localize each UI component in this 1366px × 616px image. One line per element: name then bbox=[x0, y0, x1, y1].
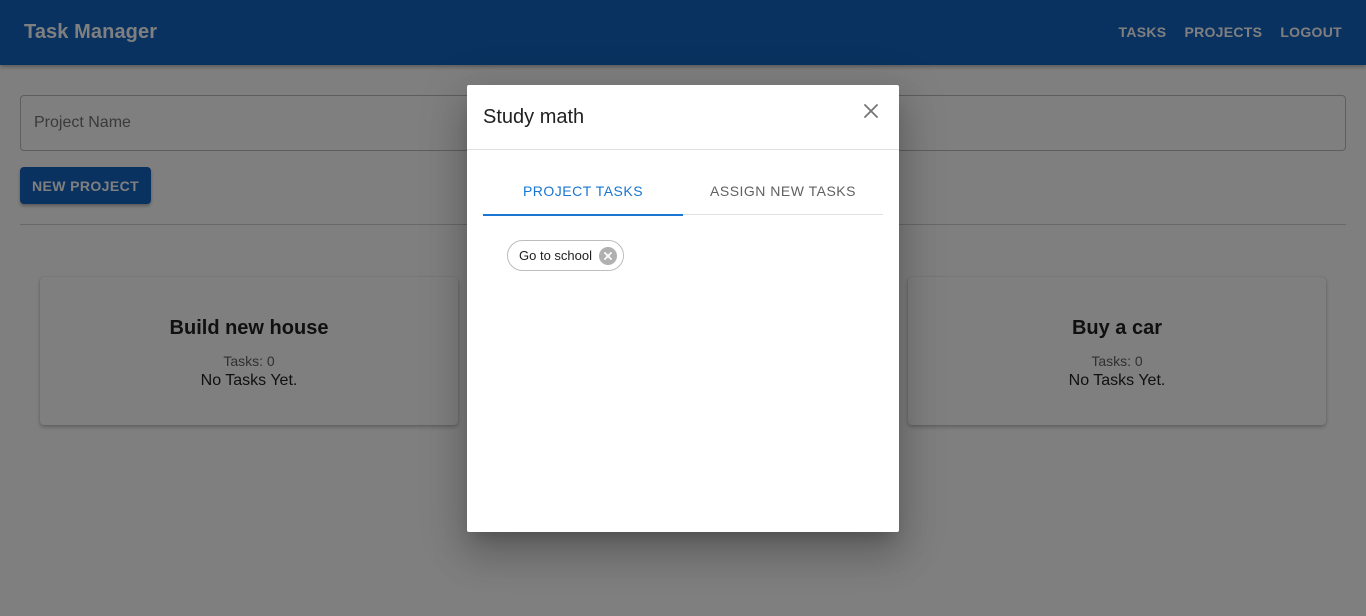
task-chip-label: Go to school bbox=[519, 248, 592, 263]
dialog-tabs: PROJECT TASKS ASSIGN NEW TASKS bbox=[483, 167, 883, 216]
tab-assign-new-tasks[interactable]: ASSIGN NEW TASKS bbox=[683, 167, 883, 215]
dialog-title: Study math bbox=[483, 106, 585, 128]
task-chip[interactable]: Go to school bbox=[507, 240, 624, 271]
close-icon bbox=[864, 103, 878, 123]
project-dialog: Study math PROJECT TASKS ASSIGN NEW TASK… bbox=[467, 85, 899, 532]
cancel-icon[interactable] bbox=[599, 246, 617, 265]
tab-project-tasks[interactable]: PROJECT TASKS bbox=[483, 167, 683, 216]
app-root: Task Manager TASKS PROJECTS LOGOUT NEW P… bbox=[0, 0, 1366, 616]
dialog-header: Study math bbox=[467, 85, 899, 150]
close-button[interactable] bbox=[859, 101, 883, 125]
